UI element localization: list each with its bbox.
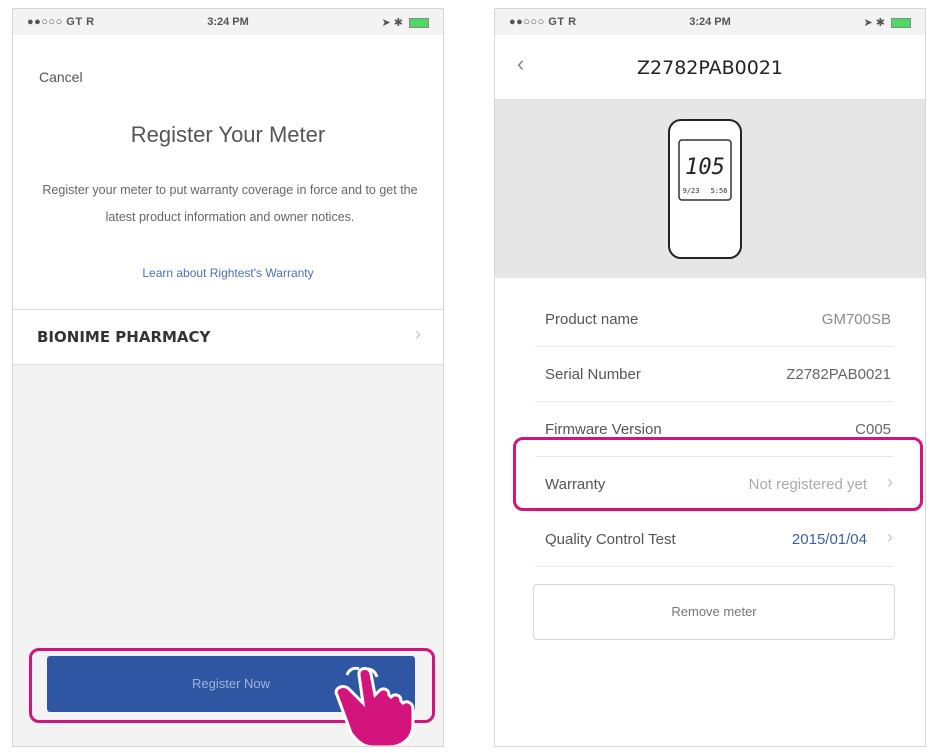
bluetooth-icon: ✱ bbox=[875, 17, 885, 29]
status-icons: ➤ ✱ bbox=[863, 16, 911, 29]
battery-icon bbox=[409, 18, 429, 29]
row-label: Firmware Version bbox=[545, 421, 662, 438]
page-title: Z2782PAB0021 bbox=[637, 57, 783, 79]
status-bar: ●●○○○ GT R 3:24 PM ➤ ✱ bbox=[13, 9, 443, 35]
warranty-highlight-frame bbox=[513, 437, 923, 511]
status-time: 3:24 PM bbox=[207, 16, 249, 28]
row-value: GM700SB bbox=[821, 311, 891, 328]
location-icon: ➤ bbox=[863, 17, 873, 29]
info-row-quality-control-test[interactable]: Quality Control Test 2015/01/04 › bbox=[535, 512, 893, 567]
meter-date-reading: 9/23 bbox=[683, 187, 700, 195]
glucose-meter-illustration: 105 9/23 5:56 bbox=[668, 119, 742, 259]
page-title: Register Your Meter bbox=[130, 122, 326, 147]
device-image-panel: 105 9/23 5:56 bbox=[495, 100, 925, 278]
remove-meter-button[interactable]: Remove meter bbox=[533, 584, 895, 640]
row-value: 2015/01/04 bbox=[791, 531, 867, 548]
row-label: Serial Number bbox=[545, 366, 641, 383]
battery-icon bbox=[891, 18, 911, 29]
meter-detail-screen: ●●○○○ GT R 3:24 PM ➤ ✱ ‹ Z2782PAB0021 10… bbox=[494, 8, 926, 747]
store-name: BIONIME PHARMACY bbox=[37, 328, 211, 346]
meter-info-list: Product name GM700SB Serial Number Z2782… bbox=[495, 278, 925, 746]
tap-hand-icon bbox=[334, 666, 415, 746]
register-description: Register your meter to put warranty cove… bbox=[42, 183, 418, 224]
status-icons: ➤ ✱ bbox=[381, 16, 429, 29]
nav-bar: ‹ Z2782PAB0021 bbox=[495, 35, 925, 100]
store-select-row[interactable]: BIONIME PHARMACY › bbox=[13, 309, 443, 365]
cancel-button[interactable]: Cancel bbox=[39, 69, 83, 85]
row-label: Quality Control Test bbox=[545, 531, 676, 548]
bluetooth-icon: ✱ bbox=[393, 17, 403, 29]
row-value: C005 bbox=[855, 421, 891, 438]
warranty-info-link[interactable]: Learn about Rightest's Warranty bbox=[13, 266, 443, 280]
status-bar: ●●○○○ GT R 3:24 PM ➤ ✱ bbox=[495, 9, 925, 35]
row-label: Product name bbox=[545, 311, 639, 328]
location-icon: ➤ bbox=[381, 17, 391, 29]
meter-time-reading: 5:56 bbox=[711, 187, 728, 195]
info-row-product-name: Product name GM700SB bbox=[535, 292, 893, 347]
register-meter-screen: ●●○○○ GT R 3:24 PM ➤ ✱ Cancel Register Y… bbox=[12, 8, 444, 747]
info-row-serial-number: Serial Number Z2782PAB0021 bbox=[535, 347, 893, 402]
chevron-right-icon: › bbox=[887, 527, 893, 547]
status-time: 3:24 PM bbox=[689, 16, 731, 28]
row-value: Z2782PAB0021 bbox=[786, 366, 891, 383]
meter-main-reading: 105 bbox=[685, 155, 725, 180]
chevron-right-icon: › bbox=[415, 324, 421, 344]
